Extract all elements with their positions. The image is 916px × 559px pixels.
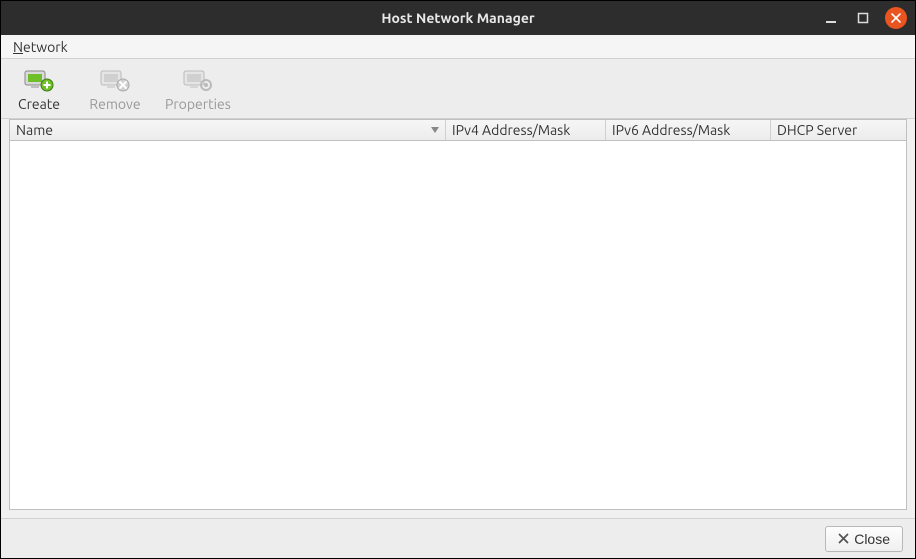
column-header-dhcp[interactable]: DHCP Server	[771, 120, 906, 140]
remove-button: Remove	[85, 64, 145, 114]
properties-button-label: Properties	[165, 96, 231, 112]
remove-button-label: Remove	[89, 96, 140, 112]
create-button-label: Create	[18, 96, 60, 112]
close-icon	[891, 13, 901, 23]
column-header-name[interactable]: Name	[10, 120, 446, 140]
maximize-icon	[857, 12, 869, 24]
create-button[interactable]: Create	[9, 64, 69, 114]
maximize-button[interactable]	[853, 8, 873, 28]
sort-indicator-icon	[431, 127, 439, 133]
properties-button: Properties	[161, 64, 235, 114]
toolbar: Create Remove	[1, 59, 915, 119]
close-button-icon	[838, 533, 849, 544]
table-header: Name IPv4 Address/Mask IPv6 Address/Mask…	[9, 119, 907, 141]
minimize-icon	[825, 12, 837, 24]
menu-network[interactable]: Network	[7, 37, 74, 57]
column-header-ipv6-label: IPv6 Address/Mask	[612, 122, 730, 138]
column-header-name-label: Name	[16, 122, 53, 138]
close-window-button[interactable]	[885, 7, 907, 29]
create-icon	[23, 66, 55, 94]
window-title: Host Network Manager	[381, 10, 534, 26]
host-network-manager-window: Host Network Manager Network	[0, 0, 916, 559]
properties-icon	[182, 66, 214, 94]
table-body[interactable]	[9, 141, 907, 510]
column-header-dhcp-label: DHCP Server	[777, 122, 857, 138]
minimize-button[interactable]	[821, 8, 841, 28]
titlebar: Host Network Manager	[1, 1, 915, 35]
close-button[interactable]: Close	[825, 526, 903, 552]
menu-network-mnemonic: N	[13, 39, 23, 55]
menu-network-rest: etwork	[23, 39, 68, 55]
column-header-ipv4[interactable]: IPv4 Address/Mask	[446, 120, 606, 140]
close-button-label: Close	[854, 531, 890, 547]
menubar: Network	[1, 35, 915, 59]
window-controls	[821, 7, 907, 29]
column-header-ipv6[interactable]: IPv6 Address/Mask	[606, 120, 771, 140]
remove-icon	[99, 66, 131, 94]
footer: Close	[1, 518, 915, 558]
content-area	[1, 141, 915, 518]
column-header-ipv4-label: IPv4 Address/Mask	[452, 122, 570, 138]
